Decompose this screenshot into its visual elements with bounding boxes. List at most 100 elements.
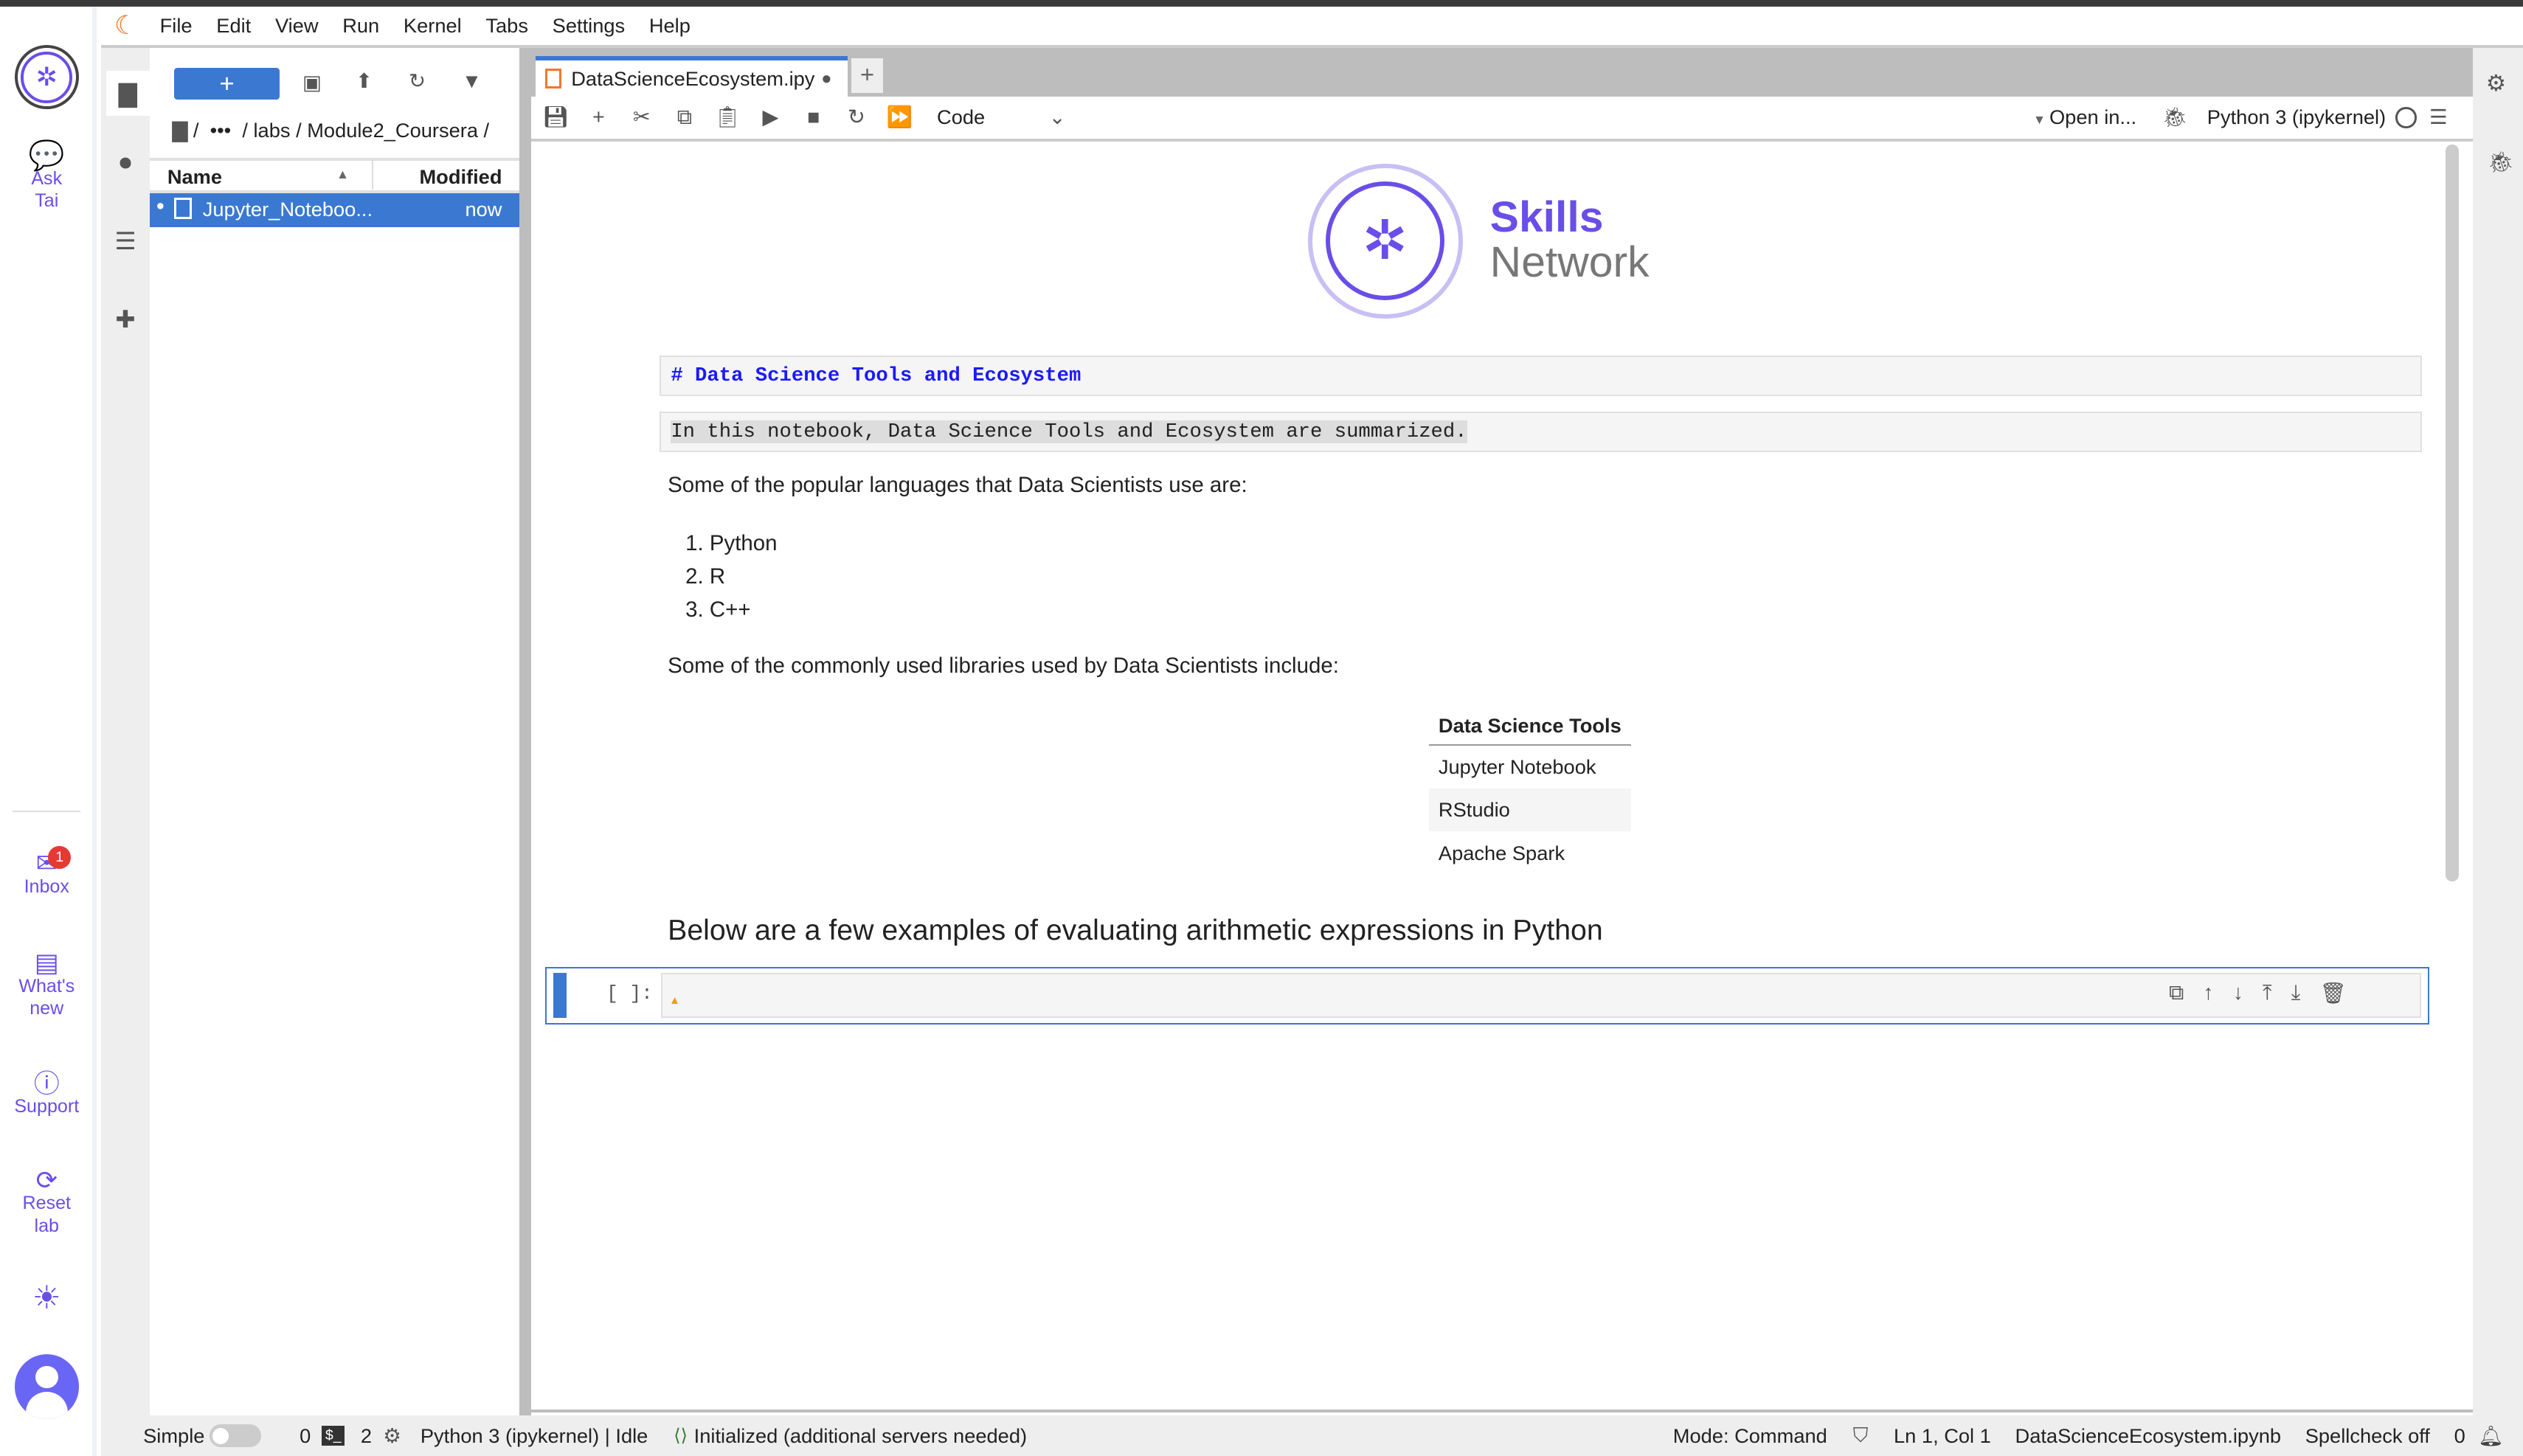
file-row[interactable]: ● Jupyter_Noteboo... now [149,193,520,227]
duplicate-cell-icon[interactable]: ⧉ [2169,981,2184,1006]
extensions-puzzle-icon[interactable]: ✚ [109,305,142,338]
inbox-button[interactable]: ✉ 1 Inbox [0,846,94,898]
caret-down-icon: ▼ [2032,112,2049,128]
list-item: 3. C++ [685,597,751,622]
kernel-name-button[interactable]: Python 3 (ipykernel) [2207,105,2386,129]
right-sidebar: ⚙ 🐞︎ [2473,48,2523,1416]
notebook-file-icon [173,198,192,219]
whats-new-button[interactable]: ▤ What's new [0,950,94,1020]
spellcheck-status[interactable]: Spellcheck off [2305,1424,2430,1448]
run-all-icon[interactable]: ⏩ [878,105,921,130]
libraries-intro: Some of the commonly used libraries used… [668,653,1339,678]
column-name[interactable]: Name [167,165,222,189]
cursor-position[interactable]: Ln 1, Col 1 [1894,1424,1991,1448]
tab-notebook[interactable]: DataScienceEcosystem.ipy ● [536,56,848,97]
copy-icon[interactable]: ⧉ [663,105,706,130]
theme-toggle-sun-icon[interactable]: ☀ [0,1282,94,1314]
user-avatar[interactable] [14,1354,79,1419]
notebook-toolbar: 💾︎ + ✂ ⧉ 📋︎ ▶ ■ ↻ ⏩ Code ⌄ ▼ Open in... 🐞… [530,96,2474,142]
open-in-button[interactable]: ▼ Open in... [2033,105,2136,129]
new-tab-button[interactable]: + [851,58,884,94]
lsp-warning-icon: ⟨⟩ [674,1426,688,1446]
running-sessions-icon[interactable]: ⏺ [109,148,142,181]
terminals-count[interactable]: 0 [300,1424,311,1448]
ask-tai-button[interactable]: 💬 Ask Tai [0,139,94,212]
activity-bar: ▇ ⏺ ☰ ✚ [101,48,150,1416]
cell-type-select[interactable]: Code ⌄ [937,105,1065,129]
terminal-icon: $_ [322,1425,345,1446]
skills-network-sidebar: ✲ 💬 Ask Tai ✉ 1 Inbox ▤ What's new ⓘ Support … [0,6,97,1456]
restart-icon[interactable]: ↻ [835,105,878,130]
chat-bot-icon: 💬 [28,139,65,173]
debugger-bug-icon[interactable]: 🐞︎ [2488,150,2514,175]
insert-above-icon[interactable]: ⤒ [2263,981,2272,1006]
code-input[interactable]: ▲ [661,973,2422,1019]
scrollbar[interactable] [2446,145,2459,882]
file-browser: + ▣ ⬆ ↻ ▼ ▇ / ••• / labs / Module2_Cours… [149,48,520,1416]
notebook-tab-icon [545,69,562,89]
run-icon[interactable]: ▶ [749,105,792,130]
skills-network-logo: ✲ [1308,164,1463,319]
delete-cell-icon[interactable]: 🗑︎ [2319,981,2346,1006]
reset-icon: ⟳ [35,1165,58,1195]
inbox-badge: 1 [48,846,71,869]
save-icon[interactable]: 💾︎ [534,105,577,130]
markdown-heading-cell[interactable]: # Data Science Tools and Ecosystem [660,356,2422,396]
file-list-header: Name ▲ Modified [149,157,520,193]
status-bar: Simple 0 $_ 2 ⚙ Python 3 (ipykernel) | I… [101,1415,2523,1456]
kernel-status[interactable]: Python 3 (ipykernel) | Idle [420,1424,648,1448]
support-button[interactable]: ⓘ Support [0,1071,94,1118]
trusted-shield-icon[interactable]: ⛉ [1853,1424,1868,1448]
cpu-chip-icon: ⚙ [383,1424,401,1447]
menu-edit[interactable]: Edit [216,14,251,38]
menu-hamburger-icon[interactable]: ☰ [2429,105,2447,129]
tab-bar: DataScienceEcosystem.ipy ● + [530,48,2474,97]
running-dot-icon: ● [156,198,165,215]
paste-icon[interactable]: 📋︎ [706,105,749,130]
menu-help[interactable]: Help [649,14,691,38]
markdown-intro-cell[interactable]: In this notebook, Data Science Tools and… [660,412,2422,452]
insert-below-icon[interactable]: ⤓ [2291,981,2301,1006]
menu-view[interactable]: View [275,14,319,38]
kernels-count[interactable]: 2 [361,1424,372,1448]
menu-bar: ☾ File Edit View Run Kernel Tabs Setting… [101,6,2523,49]
arithmetic-heading: Below are a few examples of evaluating a… [668,913,1603,946]
jupyter-logo-icon: ☾ [114,11,138,41]
move-down-icon[interactable]: ↓ [2233,981,2243,1006]
upload-icon[interactable]: ⬆ [356,69,373,93]
filter-icon[interactable]: ▼ [462,69,482,93]
debugger-bug-icon[interactable]: 🐞︎ [2162,105,2188,129]
refresh-icon[interactable]: ↻ [409,69,426,93]
menu-tabs[interactable]: Tabs [485,14,528,38]
divider [13,811,81,813]
new-launcher-button[interactable]: + [173,67,280,100]
menu-settings[interactable]: Settings [553,14,625,38]
breadcrumb[interactable]: ▇ / ••• / labs / Module2_Coursera / [172,119,489,142]
stop-icon[interactable]: ■ [792,105,835,130]
table-row: Apache Spark [1438,841,1565,864]
property-inspector-gears-icon[interactable]: ⚙ [2486,71,2506,97]
table-of-contents-icon[interactable]: ☰ [109,227,142,260]
execution-prompt: [ ]: [606,982,653,1005]
folder-icon[interactable]: ▇ [105,70,150,117]
menu-file[interactable]: File [160,14,193,38]
bell-icon[interactable]: 🔔︎ [2478,1424,2504,1448]
languages-list: 1. Python 2. R 3. C++ [685,527,777,626]
insert-cell-icon[interactable]: + [577,105,620,130]
skills-network-logo-icon[interactable]: ✲ [14,45,79,110]
unsaved-dot-icon[interactable]: ● [821,69,832,89]
move-up-icon[interactable]: ↑ [2203,981,2213,1006]
lsp-status[interactable]: Initialized (additional servers needed) [694,1424,1027,1448]
menu-kernel[interactable]: Kernel [404,14,462,38]
code-cell[interactable]: [ ]: ▲ ⧉ ↑ ↓ ⤒ ⤓ 🗑︎ [545,966,2430,1025]
column-modified[interactable]: Modified [419,165,502,189]
folder-home-icon[interactable]: ▇ [172,119,193,142]
panel-splitter[interactable] [519,48,531,1416]
reset-lab-button[interactable]: ⟳ Reset lab [0,1165,94,1238]
cut-icon[interactable]: ✂ [620,105,663,130]
notification-count[interactable]: 0 [2454,1424,2465,1448]
new-folder-icon[interactable]: ▣ [302,71,322,94]
simple-mode-toggle[interactable] [209,1424,261,1447]
menu-run[interactable]: Run [342,14,379,38]
cell-toolbar: ⧉ ↑ ↓ ⤒ ⤓ 🗑︎ [2169,981,2347,1006]
